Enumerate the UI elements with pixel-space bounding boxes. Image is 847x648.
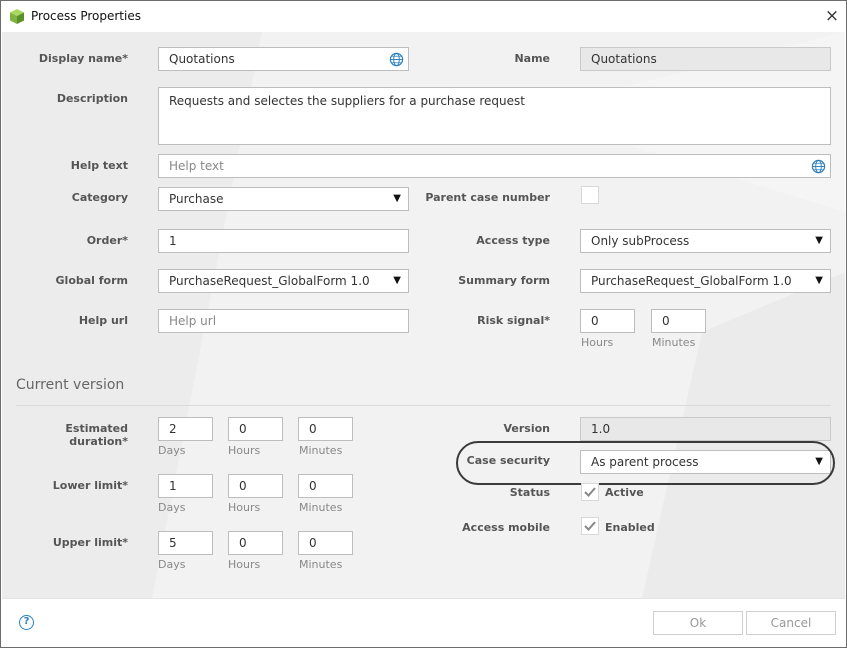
section-divider [16,405,831,406]
globe-icon[interactable] [811,159,826,174]
help-icon[interactable]: ? [19,615,34,630]
display-name-field[interactable]: Quotations [158,47,409,71]
case-security-highlight [456,441,835,485]
lower-limit-minutes-field[interactable]: 0 [298,474,353,498]
access-mobile-label: Access mobile [462,521,550,534]
hours-unit: Hours [228,444,261,457]
summary-form-label: Summary form [458,274,550,287]
dialog-body: Display name* Quotations Name Quotations… [2,32,845,598]
parent-case-number-checkbox[interactable] [581,186,599,204]
display-name-label: Display name* [38,52,128,65]
risk-signal-hours-field[interactable]: 0 [580,309,635,333]
description-label: Description [56,92,128,105]
status-label: Status [509,486,550,499]
category-value: Purchase [169,192,224,206]
lower-limit-hours-field[interactable]: 0 [228,474,283,498]
risk-signal-label: Risk signal* [477,314,550,327]
help-url-label: Help url [78,314,128,327]
upper-limit-days-field[interactable]: 5 [158,531,213,555]
access-type-value: Only subProcess [591,234,690,248]
order-field[interactable]: 1 [158,229,409,253]
global-form-label: Global form [55,274,128,287]
version-label: Version [503,422,550,435]
chevron-down-icon: ▼ [815,235,823,246]
cancel-button[interactable]: Cancel [746,611,836,635]
chevron-down-icon: ▼ [393,193,401,204]
help-text-placeholder: Help text [169,159,224,173]
checkmark-icon [584,521,596,531]
status-checkbox-label: Active [605,486,644,499]
description-field[interactable]: Requests and selectes the suppliers for … [158,87,831,145]
access-mobile-checkbox-label: Enabled [605,521,655,534]
summary-form-value: PurchaseRequest_GlobalForm 1.0 [591,274,792,288]
display-name-value: Quotations [169,52,235,66]
help-text-label: Help text [70,159,128,172]
minutes-unit: Minutes [299,501,343,514]
category-label: Category [71,191,128,204]
category-select[interactable]: Purchase ▼ [158,187,409,211]
current-version-heading: Current version [16,377,125,393]
risk-signal-minutes-unit: Minutes [652,336,696,349]
lower-limit-label: Lower limit* [52,479,128,492]
risk-signal-minutes-field[interactable]: 0 [651,309,706,333]
name-field: Quotations [580,47,831,71]
global-form-select[interactable]: PurchaseRequest_GlobalForm 1.0 ▼ [158,269,409,293]
estimated-duration-days-field[interactable]: 2 [158,417,213,441]
version-field: 1.0 [580,417,831,441]
checkmark-icon [584,487,596,497]
cube-icon [10,9,24,24]
risk-signal-hours-unit: Hours [581,336,614,349]
ok-button[interactable]: Ok [653,611,743,635]
name-label: Name [514,52,550,65]
estimated-duration-label: Estimated duration* [65,422,128,448]
order-label: Order* [86,234,128,247]
close-icon[interactable]: × [821,5,843,27]
chevron-down-icon: ▼ [815,275,823,286]
upper-limit-hours-field[interactable]: 0 [228,531,283,555]
summary-form-select[interactable]: PurchaseRequest_GlobalForm 1.0 ▼ [580,269,831,293]
access-mobile-checkbox[interactable] [581,517,599,535]
title-bar: Process Properties × [1,1,846,32]
chevron-down-icon: ▼ [393,275,401,286]
days-unit: Days [158,501,186,514]
process-properties-dialog: Process Properties × Display name* Quota… [0,0,847,648]
lower-limit-days-field[interactable]: 1 [158,474,213,498]
estimated-duration-minutes-field[interactable]: 0 [298,417,353,441]
upper-limit-minutes-field[interactable]: 0 [298,531,353,555]
window-title: Process Properties [31,9,141,23]
upper-limit-label: Upper limit* [52,536,128,549]
globe-icon[interactable] [389,52,404,67]
help-url-field[interactable]: Help url [158,309,409,333]
access-type-label: Access type [476,234,550,247]
days-unit: Days [158,558,186,571]
status-checkbox[interactable] [581,483,599,501]
parent-case-number-label: Parent case number [425,191,550,204]
help-text-field[interactable]: Help text [158,154,831,178]
minutes-unit: Minutes [299,444,343,457]
access-type-select[interactable]: Only subProcess ▼ [580,229,831,253]
hours-unit: Hours [228,558,261,571]
days-unit: Days [158,444,186,457]
minutes-unit: Minutes [299,558,343,571]
hours-unit: Hours [228,501,261,514]
estimated-duration-hours-field[interactable]: 0 [228,417,283,441]
global-form-value: PurchaseRequest_GlobalForm 1.0 [169,274,370,288]
